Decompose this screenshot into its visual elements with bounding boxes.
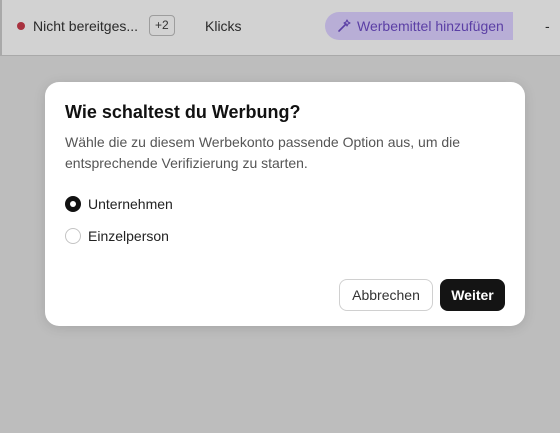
dialog-description: Wähle die zu diesem Werbekonto passende … [65, 134, 461, 171]
table-header-row: Nicht bereitges... +2 Klicks Werbemittel… [0, 0, 560, 56]
option-individual[interactable]: Einzelperson [65, 226, 169, 246]
advertiser-type-dialog: Wie schaltest du Werbung? Wähle die zu d… [45, 82, 525, 326]
radio-unchecked-icon[interactable] [65, 228, 81, 244]
extra-count-badge[interactable]: +2 [149, 15, 175, 36]
add-ad-label: Werbemittel hinzufügen [357, 18, 504, 34]
option-company[interactable]: Unternehmen [65, 194, 173, 214]
divider [0, 0, 2, 56]
option-label: Unternehmen [88, 196, 173, 212]
radio-checked-icon[interactable] [65, 196, 81, 212]
clicks-label: Klicks [205, 18, 242, 34]
next-button[interactable]: Weiter [440, 279, 505, 311]
option-label: Einzelperson [88, 228, 169, 244]
add-ad-button[interactable]: Werbemittel hinzufügen [325, 12, 513, 40]
cancel-button[interactable]: Abbrechen [339, 279, 433, 311]
status-dot-icon [17, 22, 25, 30]
trailing-value: - [545, 18, 550, 34]
dialog-title: Wie schaltest du Werbung? [65, 102, 301, 122]
status-label[interactable]: Nicht bereitges... [33, 17, 138, 35]
magic-wand-icon [338, 19, 351, 32]
